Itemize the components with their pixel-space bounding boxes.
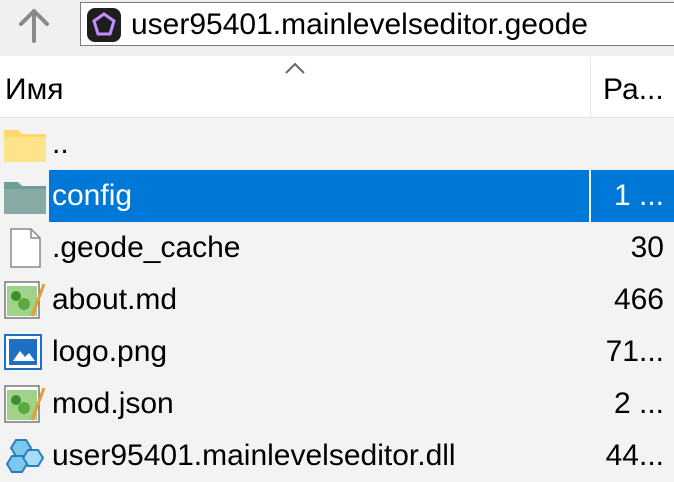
folder-icon [4, 182, 46, 214]
file-size: 1 ... [613, 179, 664, 212]
file-name: logo.png [52, 335, 168, 368]
pentagon-app-icon [87, 8, 121, 42]
chevron-up-icon [285, 62, 305, 74]
file-name: about.md [52, 283, 178, 316]
file-name: mod.json [52, 387, 174, 420]
column-header: Имя Ра... [0, 57, 674, 118]
address-text: user95401.mainlevelseditor.geode [131, 8, 588, 41]
up-button[interactable] [10, 4, 58, 46]
size-column-label: Ра... [603, 73, 664, 106]
list-item[interactable]: user95401.mainlevelseditor.dll 44... [0, 430, 674, 482]
list-item[interactable]: logo.png 71... [0, 326, 674, 378]
arrow-up-icon [19, 9, 49, 43]
file-name: user95401.mainlevelseditor.dll [52, 439, 456, 472]
file-name: config [49, 170, 589, 222]
dll-gears-icon [5, 439, 45, 473]
file-size: 2 ... [613, 387, 664, 420]
list-item[interactable]: .. [0, 118, 674, 170]
file-size: 30 [630, 231, 664, 264]
notepad-file-icon [4, 281, 46, 319]
toolbar: user95401.mainlevelseditor.geode [0, 0, 674, 56]
file-size: 71... [605, 335, 664, 368]
address-bar[interactable]: user95401.mainlevelseditor.geode [80, 2, 674, 46]
name-column-label: Имя [5, 73, 64, 106]
list-item[interactable]: .geode_cache 30 [0, 222, 674, 274]
list-item[interactable]: mod.json 2 ... [0, 378, 674, 430]
list-item[interactable]: config 1 ... [0, 170, 674, 222]
file-name: .geode_cache [52, 231, 241, 264]
folder-icon [4, 130, 46, 162]
image-file-icon [4, 334, 42, 370]
size-column-header[interactable]: Ра... [591, 57, 674, 117]
list-item[interactable]: about.md 466 [0, 274, 674, 326]
file-size: 44... [605, 439, 664, 472]
file-size: 466 [613, 283, 664, 316]
name-column-header[interactable]: Имя [0, 57, 590, 117]
notepad-file-icon [4, 385, 46, 423]
file-name: .. [52, 127, 69, 160]
blank-file-icon [10, 228, 41, 268]
